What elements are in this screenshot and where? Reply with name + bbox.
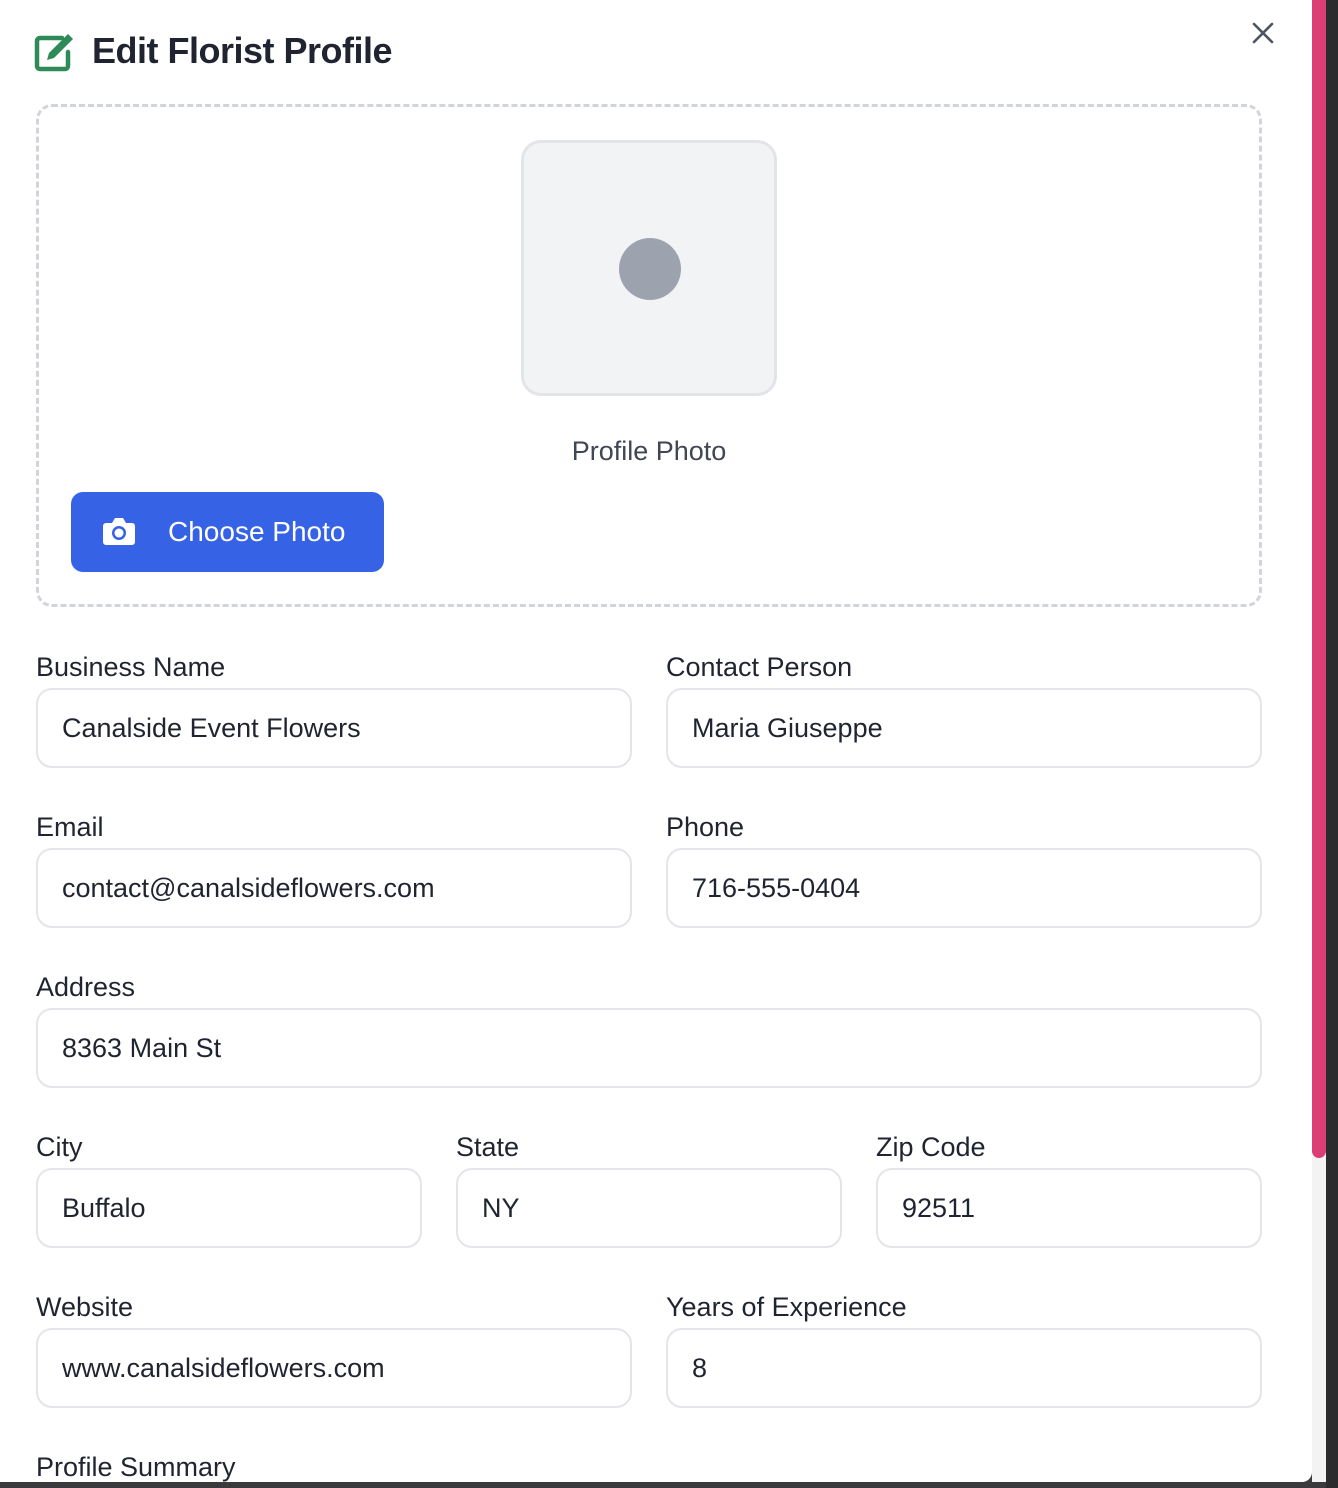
address-field[interactable]: 8363 Main St bbox=[36, 1008, 1262, 1088]
zip-code-label: Zip Code bbox=[876, 1132, 986, 1162]
photo-caption: Profile Photo bbox=[571, 436, 727, 466]
website-label: Website bbox=[36, 1292, 134, 1322]
close-icon[interactable] bbox=[1248, 18, 1278, 48]
camera-icon bbox=[103, 518, 135, 545]
profile-summary-label: Profile Summary bbox=[36, 1452, 236, 1482]
city-field[interactable]: Buffalo bbox=[36, 1168, 422, 1248]
email-label: Email bbox=[36, 812, 104, 842]
contact-person-label: Contact Person bbox=[666, 652, 853, 682]
choose-photo-label: Choose Photo bbox=[168, 516, 346, 547]
business-name-input[interactable]: Canalside Event Flowers bbox=[36, 688, 632, 768]
modal-title: Edit Florist Profile bbox=[92, 30, 393, 71]
avatar-placeholder-icon bbox=[619, 238, 681, 300]
years-experience-label: Years of Experience bbox=[666, 1292, 907, 1322]
scrollbar-thumb[interactable] bbox=[1312, 0, 1326, 1158]
email-field[interactable]: contact@canalsideflowers.com bbox=[36, 848, 632, 928]
backdrop bbox=[1326, 0, 1338, 1488]
edit-profile-modal: Edit Florist Profile Profile Photo Choos… bbox=[0, 0, 1312, 1482]
profile-photo-placeholder bbox=[521, 140, 777, 396]
edit-icon bbox=[34, 34, 73, 72]
zip-code-field[interactable]: 92511 bbox=[876, 1168, 1262, 1248]
phone-label: Phone bbox=[666, 812, 745, 842]
contact-person-input[interactable]: Maria Giuseppe bbox=[666, 688, 1262, 768]
state-label: State bbox=[456, 1132, 520, 1162]
state-field[interactable]: NY bbox=[456, 1168, 842, 1248]
phone-field[interactable]: 716-555-0404 bbox=[666, 848, 1262, 928]
city-label: City bbox=[36, 1132, 83, 1162]
address-label: Address bbox=[36, 972, 136, 1002]
choose-photo-button[interactable]: Choose Photo bbox=[71, 492, 384, 572]
years-experience-field[interactable]: 8 bbox=[666, 1328, 1262, 1408]
business-name-label: Business Name bbox=[36, 652, 226, 682]
website-field[interactable]: www.canalsideflowers.com bbox=[36, 1328, 632, 1408]
